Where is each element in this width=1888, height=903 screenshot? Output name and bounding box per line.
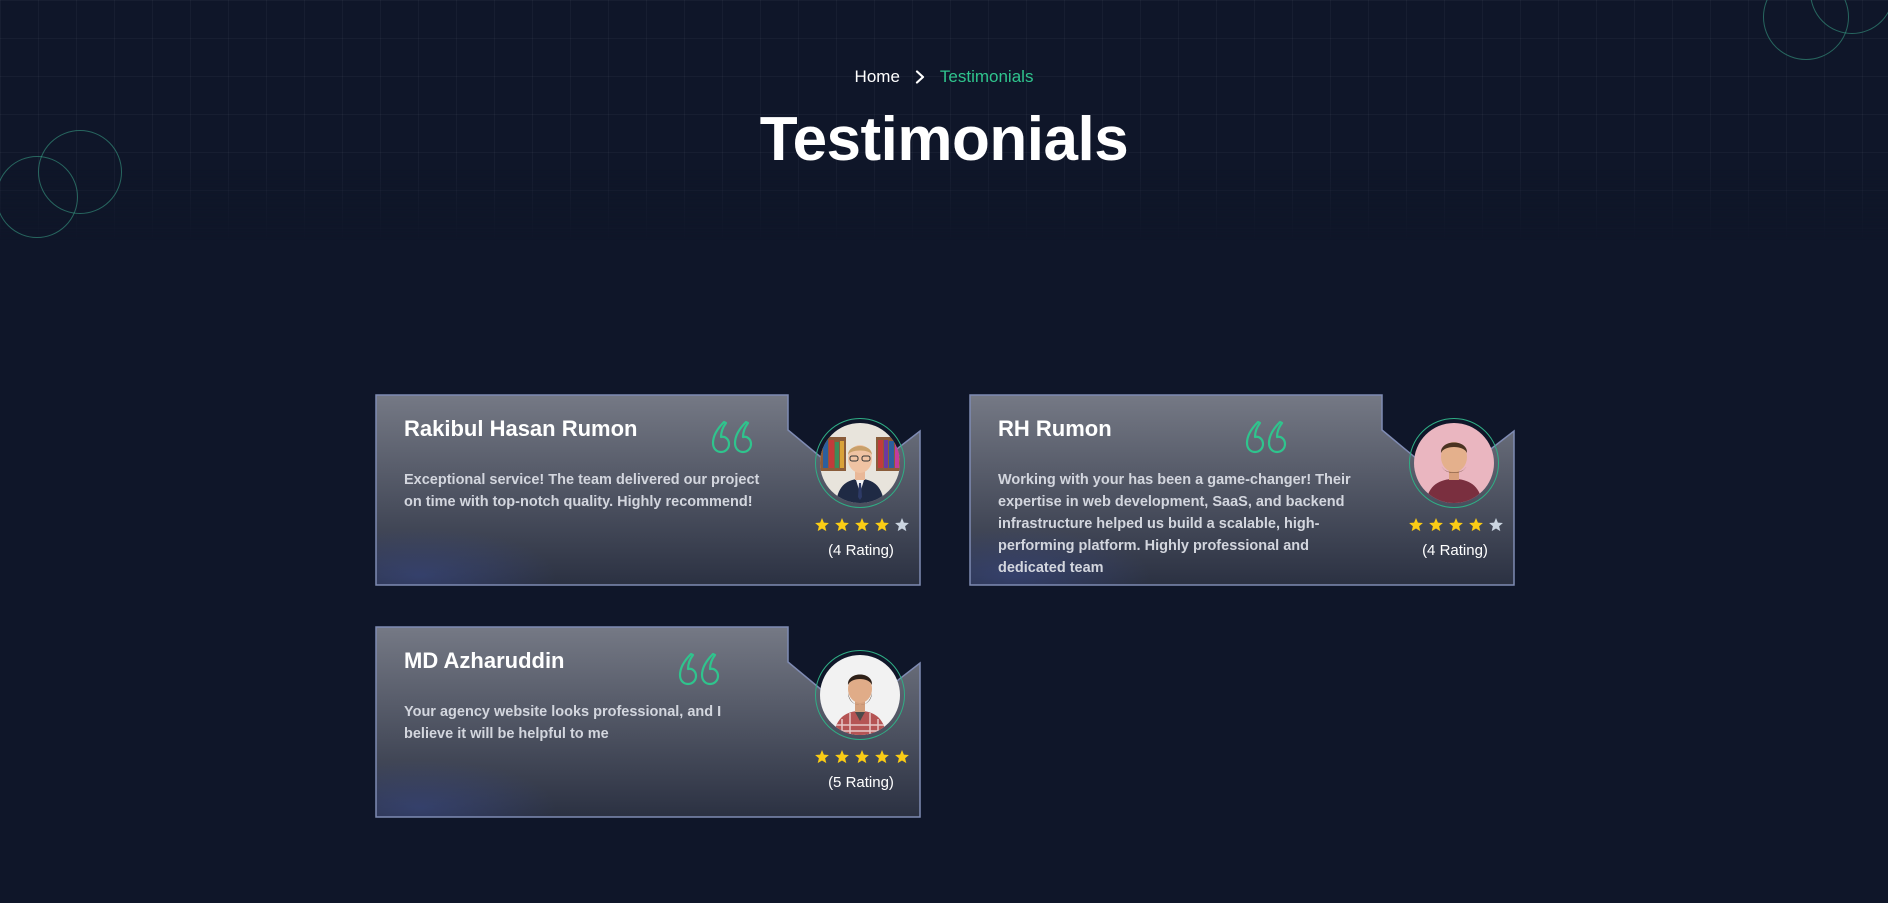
page-title: Testimonials: [759, 105, 1129, 174]
star-empty-icon: [895, 518, 909, 532]
star-icon: [1409, 518, 1423, 532]
star-icon: [855, 750, 869, 764]
rating-label: (5 Rating): [828, 774, 894, 791]
quote-icon: [711, 420, 757, 454]
reviewer-name: Rakibul Hasan Rumon: [404, 416, 638, 441]
testimonial-text: Your agency website looks professional, …: [404, 704, 722, 742]
star-icon: [875, 750, 889, 764]
testimonial-text: Working with your has been a game-change…: [998, 472, 1351, 576]
quote-icon: [678, 652, 724, 686]
star-rating: [1408, 517, 1504, 533]
breadcrumb-current: Testimonials: [939, 67, 1034, 86]
star-empty-icon: [1489, 518, 1503, 532]
star-icon: [895, 750, 909, 764]
star-rating: [814, 517, 910, 533]
rating-label: (4 Rating): [1422, 542, 1488, 559]
testimonial-card: Rakibul Hasan Rumon Exceptional service!…: [375, 394, 921, 586]
testimonial-card: RH Rumon Working with your has been a ga…: [969, 394, 1515, 586]
breadcrumb-home-link[interactable]: Home: [855, 67, 900, 87]
testimonials-page: Home Testimonials Testimonials Rakibul H…: [0, 0, 1888, 903]
avatar-photo: [820, 423, 900, 503]
reviewer-name: MD Azharuddin: [404, 648, 565, 673]
avatar: [815, 418, 905, 508]
testimonial-text: Exceptional service! The team delivered …: [404, 472, 760, 510]
avatar: [1409, 418, 1499, 508]
reviewer-name: RH Rumon: [998, 416, 1112, 441]
star-icon: [875, 518, 889, 532]
rating-label: (4 Rating): [828, 542, 894, 559]
avatar-photo: [1414, 423, 1494, 503]
avatar: [815, 650, 905, 740]
star-icon: [815, 518, 829, 532]
star-icon: [855, 518, 869, 532]
star-rating: [814, 749, 910, 765]
testimonial-card: MD Azharuddin Your agency website looks …: [375, 626, 921, 818]
quote-icon: [1245, 420, 1291, 454]
star-icon: [1429, 518, 1443, 532]
star-icon: [835, 750, 849, 764]
star-icon: [815, 750, 829, 764]
breadcrumb: Home Testimonials: [0, 67, 1888, 87]
star-icon: [1449, 518, 1463, 532]
avatar-photo: [820, 655, 900, 735]
star-icon: [1469, 518, 1483, 532]
star-icon: [835, 518, 849, 532]
chevron-right-icon: [914, 70, 926, 84]
